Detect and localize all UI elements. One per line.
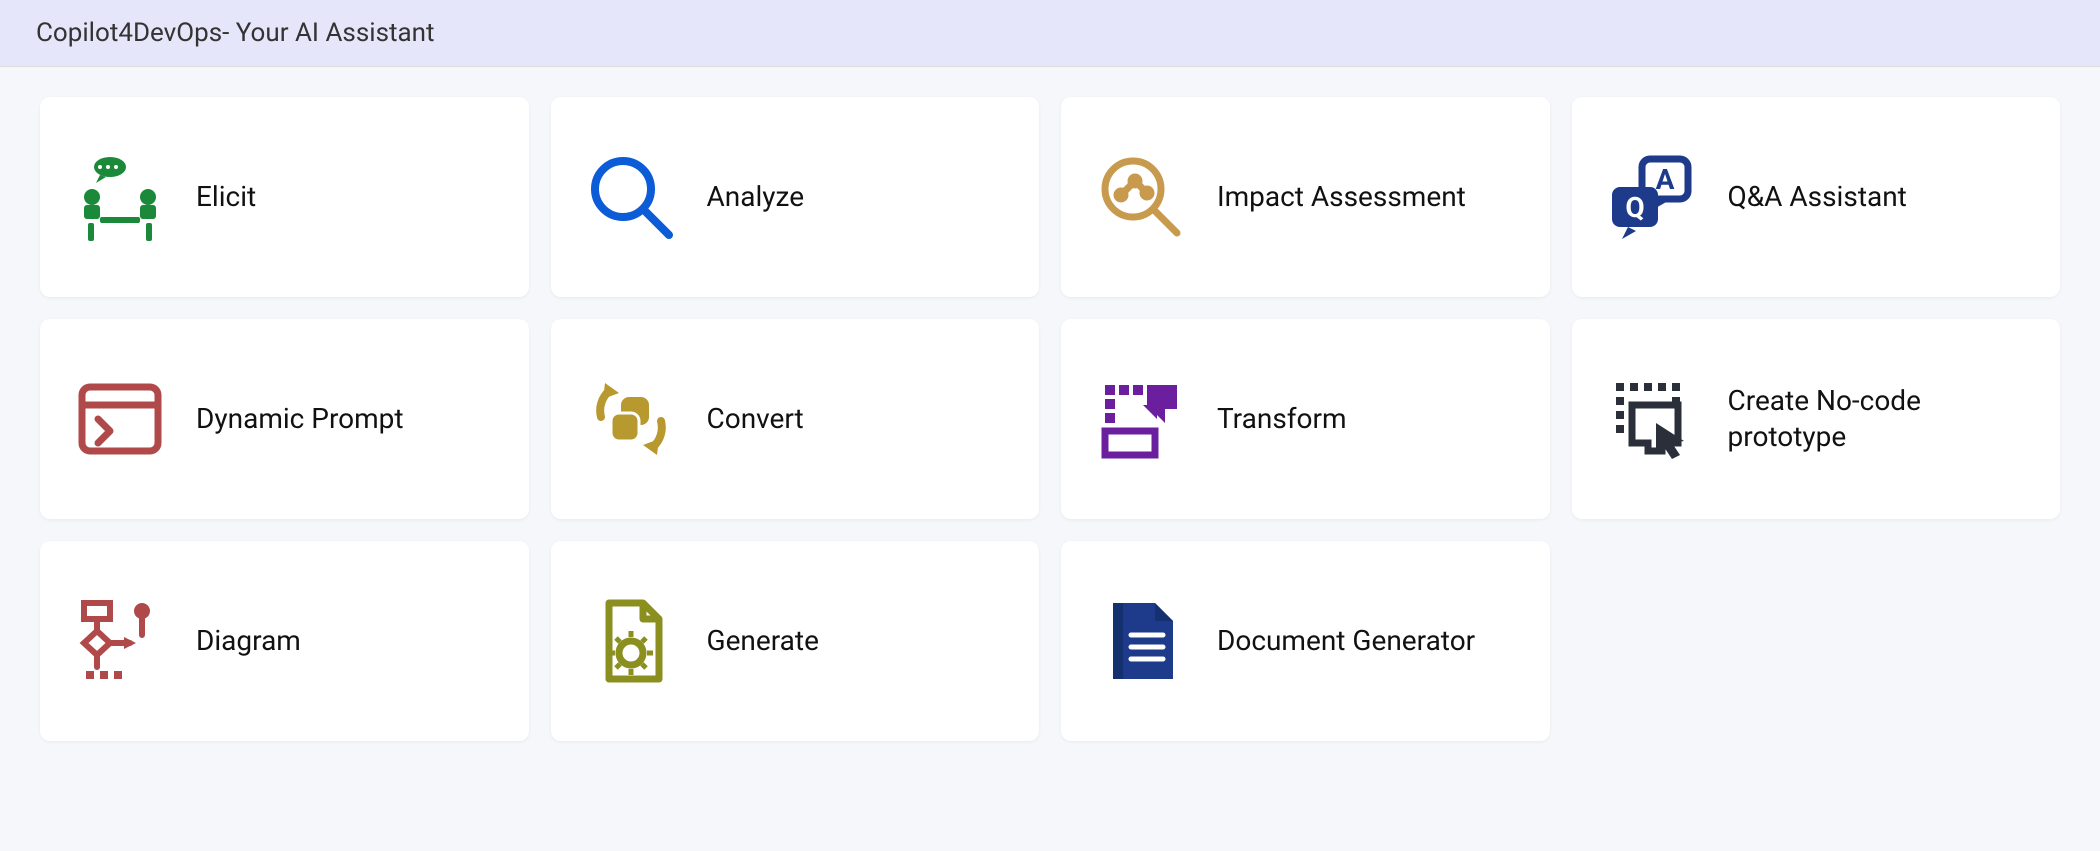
card-prototype[interactable]: Create No-code prototype bbox=[1572, 319, 2061, 519]
card-prompt[interactable]: Dynamic Prompt bbox=[40, 319, 529, 519]
card-elicit[interactable]: Elicit bbox=[40, 97, 529, 297]
transform-icon bbox=[1091, 369, 1191, 469]
elicit-icon bbox=[70, 147, 170, 247]
impact-icon bbox=[1091, 147, 1191, 247]
page-header: Copilot4DevOps- Your AI Assistant bbox=[0, 0, 2100, 67]
convert-icon bbox=[581, 369, 681, 469]
card-generate[interactable]: Generate bbox=[551, 541, 1040, 741]
analyze-icon bbox=[581, 147, 681, 247]
card-convert[interactable]: Convert bbox=[551, 319, 1040, 519]
card-label: Q&A Assistant bbox=[1728, 179, 1907, 215]
card-analyze[interactable]: Analyze bbox=[551, 97, 1040, 297]
card-impact[interactable]: Impact Assessment bbox=[1061, 97, 1550, 297]
card-label: Elicit bbox=[196, 179, 256, 215]
card-label: Generate bbox=[707, 623, 819, 659]
svg-text:A: A bbox=[1655, 163, 1674, 196]
card-label: Impact Assessment bbox=[1217, 179, 1466, 215]
card-label: Create No-code prototype bbox=[1728, 383, 2031, 456]
svg-text:Q: Q bbox=[1625, 191, 1644, 224]
page-title: Copilot4DevOps- Your AI Assistant bbox=[36, 18, 2064, 48]
prompt-icon bbox=[70, 369, 170, 469]
document-icon bbox=[1091, 591, 1191, 691]
card-label: Dynamic Prompt bbox=[196, 401, 404, 437]
card-label: Convert bbox=[707, 401, 804, 437]
card-label: Analyze bbox=[707, 179, 805, 215]
card-label: Transform bbox=[1217, 401, 1347, 437]
diagram-icon bbox=[70, 591, 170, 691]
qa-icon: A Q bbox=[1602, 147, 1702, 247]
card-diagram[interactable]: Diagram bbox=[40, 541, 529, 741]
card-label: Document Generator bbox=[1217, 623, 1475, 659]
card-transform[interactable]: Transform bbox=[1061, 319, 1550, 519]
card-document[interactable]: Document Generator bbox=[1061, 541, 1550, 741]
prototype-icon bbox=[1602, 369, 1702, 469]
card-qa[interactable]: A Q Q&A Assistant bbox=[1572, 97, 2061, 297]
generate-icon bbox=[581, 591, 681, 691]
card-label: Diagram bbox=[196, 623, 301, 659]
card-grid: Elicit Analyze Impact Assessment A bbox=[0, 67, 2100, 771]
